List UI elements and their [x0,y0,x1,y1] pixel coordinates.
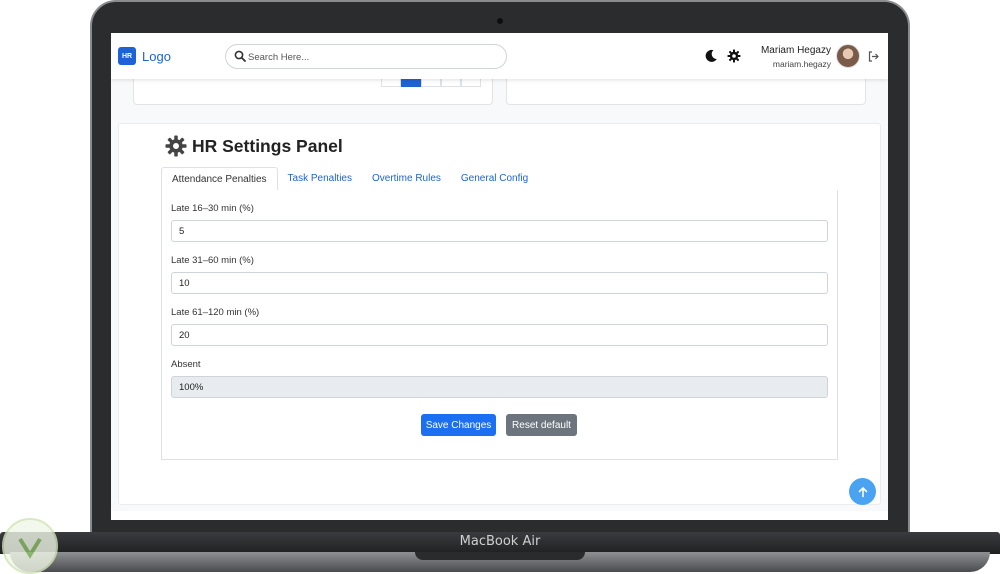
top-navbar: HR Logo Mariam [111,33,888,79]
gear-icon [165,135,187,157]
tab-overtime-rules[interactable]: Overtime Rules [362,167,451,191]
device-label: MacBook Air [459,534,541,549]
moon-icon[interactable] [704,49,718,63]
scroll-to-top-button[interactable] [849,478,876,505]
avatar[interactable] [836,44,860,68]
logout-icon[interactable] [868,51,879,62]
user-name: Mariam Hegazy [760,45,831,56]
arrow-up-icon [858,486,867,497]
camera [497,18,503,24]
late-61-120-input[interactable] [171,324,828,346]
tab-task-penalties[interactable]: Task Penalties [278,167,362,191]
search-box [225,44,507,69]
watermark-logo [2,518,58,574]
late-16-30-input[interactable] [171,220,828,242]
late-31-60-label: Late 31–60 min (%) [171,255,254,266]
absent-label: Absent [171,359,201,370]
tab-general-config[interactable]: General Config [451,167,538,191]
laptop-notch [415,552,585,560]
logo-badge[interactable]: HR [118,47,136,65]
late-61-120-label: Late 61–120 min (%) [171,307,260,318]
reset-default-button[interactable]: Reset default [506,414,577,436]
screen: HR Logo Mariam [111,33,888,520]
tab-attendance-penalties[interactable]: Attendance Penalties [161,167,278,192]
late-16-30-label: Late 16–30 min (%) [171,203,254,214]
user-handle: mariam.hegazy [772,59,831,69]
settings-tabs: Attendance Penalties Task Penalties Over… [161,167,838,192]
page-title: HR Settings Panel [165,134,343,158]
search-input[interactable] [248,48,498,66]
late-31-60-input[interactable] [171,272,828,294]
panel-title: HR Settings Panel [192,135,343,156]
search-icon [234,50,246,62]
bottom-strip [111,511,888,520]
absent-input [171,376,828,398]
gear-icon[interactable] [727,49,741,63]
logo-text[interactable]: Logo [142,49,171,64]
save-changes-button[interactable]: Save Changes [421,414,496,436]
